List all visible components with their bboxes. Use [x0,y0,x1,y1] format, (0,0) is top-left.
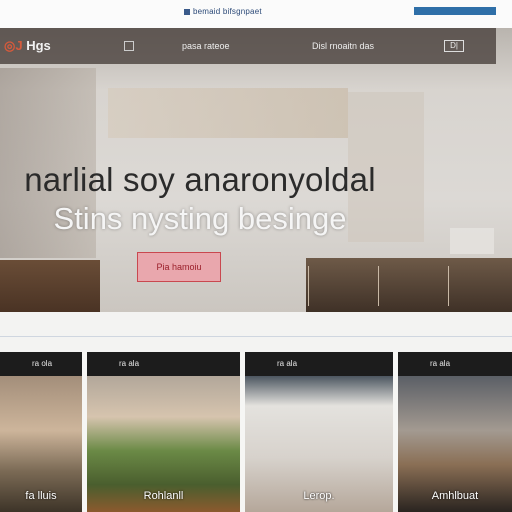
main-nav: ◎J Hgs pasa rateoe Disl rnoaitn das D| [0,28,496,64]
feature-card[interactable]: ra ala Lerop. [245,352,393,512]
hero-subline: Stins nysting besinge [53,201,347,236]
hero-section: narlial soy anaronyoldal Stins nysting b… [0,28,512,312]
utility-link-label: bemaid bifsgnpaet [193,7,262,16]
card-header: ra ola [0,352,82,376]
hero-cabinet-right [306,258,512,312]
nav-link-1[interactable]: pasa rateoe [182,41,230,51]
divider-rule [0,336,512,337]
menu-button[interactable]: D| [444,40,464,52]
cabinet-door [308,266,378,306]
feature-card[interactable]: ra ala Rohlanll [87,352,240,512]
site-logo[interactable]: ◎J Hgs [4,38,51,54]
hero-headline: narlial soy anaronyoldal [24,161,376,198]
card-caption: Rohlanll [143,490,184,502]
card-row: ra ola fa lluis ra ala Rohlanll ra ala L… [0,352,512,512]
utility-bar: bemaid bifsgnpaet [0,0,512,28]
cabinet-door [448,266,512,306]
utility-icon [184,8,190,15]
utility-button[interactable] [414,7,496,15]
feature-card[interactable]: ra ala Amhlbuat [398,352,512,512]
logo-mark-icon: ◎J [4,38,23,53]
card-header: ra ala [398,352,512,376]
card-caption: Lerop. [303,490,335,502]
hero-shelf-object [450,228,494,254]
logo-text: Hgs [26,38,51,53]
card-header: ra ala [245,352,393,376]
cabinet-door [378,266,448,306]
hero-wood-panel [108,88,348,138]
hero-cabinet-left [0,260,100,312]
utility-link[interactable]: bemaid bifsgnpaet [184,7,262,16]
card-caption: fa lluis [25,490,57,502]
feature-card[interactable]: ra ola fa lluis [0,352,82,512]
card-caption: Amhlbuat [431,490,479,502]
grid-icon[interactable] [124,41,134,51]
landing-page: bemaid bifsgnpaet narlial soy anaronyold… [0,0,512,512]
nav-link-2[interactable]: Disl rnoaitn das [312,41,374,51]
card-header: ra ala [87,352,240,376]
hero-cta-button[interactable]: Pia hamoiu [137,252,221,282]
section-divider [0,312,512,352]
